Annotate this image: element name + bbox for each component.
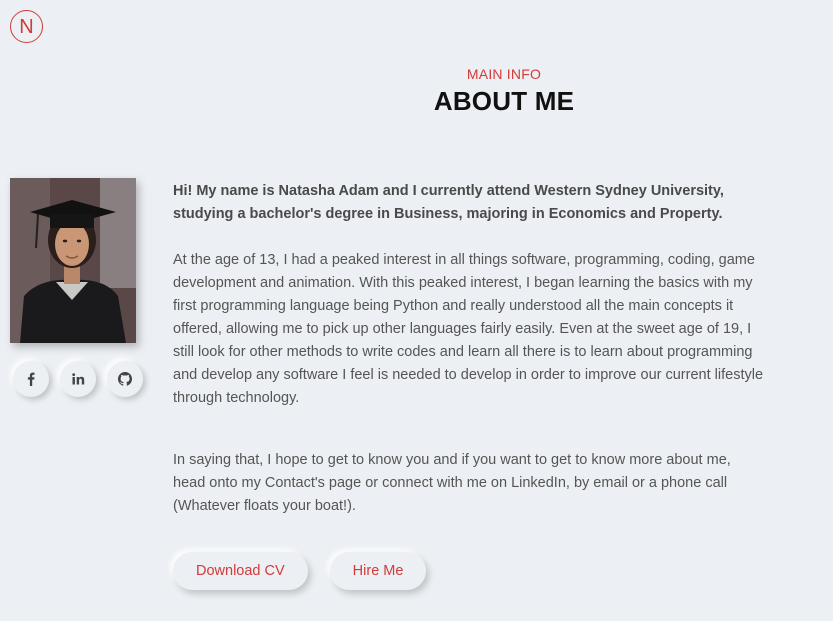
- about-content: Hi! My name is Natasha Adam and I curren…: [173, 180, 763, 518]
- linkedin-button[interactable]: [60, 361, 96, 397]
- facebook-button[interactable]: [13, 361, 49, 397]
- hire-me-button[interactable]: Hire Me: [329, 552, 427, 590]
- bio-paragraph: At the age of 13, I had a peaked interes…: [173, 252, 764, 406]
- contact-paragraph: In saying that, I hope to get to know yo…: [173, 452, 731, 514]
- section-header: MAIN INFO ABOUT ME: [0, 66, 833, 117]
- facebook-icon: [27, 372, 35, 386]
- social-links: [13, 361, 143, 397]
- logo-letter: N: [19, 16, 34, 38]
- github-button[interactable]: [107, 361, 143, 397]
- site-logo[interactable]: N: [10, 10, 43, 43]
- page-title: ABOUT ME: [433, 86, 575, 116]
- intro-text: Hi! My name is Natasha Adam and I curren…: [173, 183, 724, 222]
- github-icon: [118, 372, 132, 386]
- linkedin-icon: [72, 373, 85, 385]
- section-subtitle: MAIN INFO: [466, 66, 542, 82]
- profile-photo: [10, 178, 136, 343]
- download-cv-button[interactable]: Download CV: [173, 552, 308, 590]
- action-buttons: Download CV Hire Me: [173, 552, 427, 590]
